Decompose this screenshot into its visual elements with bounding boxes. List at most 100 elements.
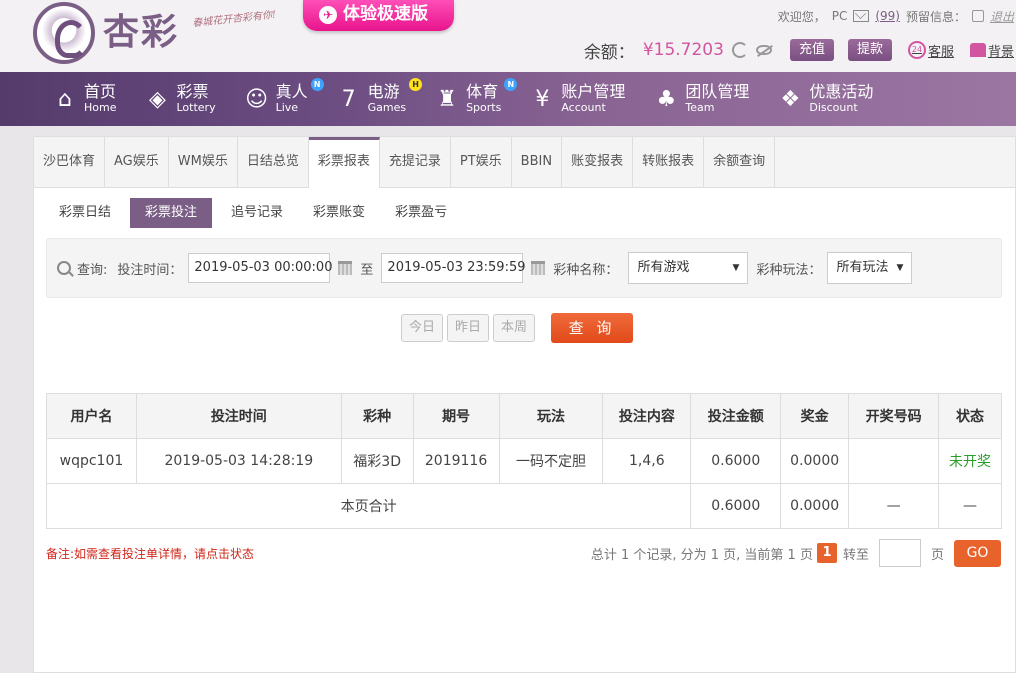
background-link[interactable]: 背景	[969, 41, 1014, 60]
nav-lottery[interactable]: ◈ 彩票 Lottery	[144, 72, 216, 126]
nav-label-cn: 真人	[275, 82, 308, 101]
start-time-input[interactable]: 2019-05-03 00:00:00	[188, 253, 332, 283]
goto-label: 转至	[842, 547, 869, 563]
nav-discount[interactable]: ❖ 优惠活动 Discount	[777, 72, 874, 126]
user-bar: 欢迎您， PC (99) 预留信息： 退出	[778, 6, 1016, 26]
yesterday-button[interactable]: 昨日	[447, 314, 490, 342]
query-buttons: 今日 昨日 本周 查 询	[401, 313, 634, 343]
report-tabs: 沙巴体育 AG娱乐 WM娱乐 日结总览 彩票报表 充提记录 PT娱乐 BBIN 账变报表 转账报表…	[34, 137, 1015, 188]
subtab-3[interactable]: 彩票账变	[302, 198, 376, 228]
submit-query-button[interactable]: 查 询	[551, 313, 634, 343]
withdraw-button[interactable]: 提款	[847, 39, 892, 61]
refresh-icon[interactable]	[731, 42, 748, 58]
deposit-button[interactable]: 充值	[789, 39, 834, 61]
query-label: 查询:	[77, 262, 108, 278]
table-cell: 0.0000	[780, 438, 850, 484]
calendar-icon[interactable]	[531, 261, 546, 275]
nav-team[interactable]: ♣ 团队管理 Team	[653, 72, 749, 126]
dropdown-arrow-icon: ▼	[896, 263, 904, 273]
tab-6[interactable]: PT娱乐	[451, 137, 512, 187]
play-type-label: 彩种玩法：	[756, 262, 822, 278]
column-header: 开奖号码	[848, 393, 940, 439]
speed-version-label: 体验极速版	[343, 4, 428, 24]
nav-label-cn: 体育	[466, 82, 499, 101]
balance-label: 余额：	[583, 42, 635, 63]
shirt-icon	[969, 43, 986, 57]
hide-balance-icon[interactable]	[755, 45, 772, 55]
logout-link[interactable]: 退出	[990, 8, 1014, 25]
nav-label-en: Lottery	[176, 101, 216, 114]
summary-bonus: 0.0000	[780, 483, 850, 529]
tab-4[interactable]: 彩票报表	[308, 137, 380, 188]
table-header-row: 用户名 投注时间 彩种 期号 玩法 投注内容 投注金额 奖金 开奖号码 状态	[46, 393, 1002, 439]
go-button[interactable]: GO	[954, 539, 1001, 567]
nav-games[interactable]: 7 电游 Games H	[336, 72, 423, 126]
tab-5[interactable]: 充提记录	[380, 137, 451, 187]
nav-home[interactable]: ⌂ 首页 Home	[52, 72, 116, 126]
tab-9[interactable]: 转账报表	[633, 137, 705, 187]
logo-emblem-icon	[33, 2, 95, 64]
column-header: 玩法	[498, 393, 604, 439]
speed-version-button[interactable]: ✈ 体验极速版	[303, 0, 454, 31]
tab-10[interactable]: 余额查询	[704, 137, 776, 187]
slogan: 春城花开杏彩有你!	[191, 9, 277, 30]
table-row: wqpc101 2019-05-03 14:28:19 福彩3D 2019116 一码不…	[46, 438, 1002, 484]
game-name-label: 彩种名称：	[553, 262, 619, 278]
nav-label: 账户管理 Account	[561, 83, 625, 115]
table-cell: 1,4,6	[602, 438, 692, 484]
tab-0[interactable]: 沙巴体育	[34, 137, 106, 187]
subtab-0[interactable]: 彩票日结	[48, 198, 122, 228]
page-input[interactable]	[878, 539, 921, 567]
nav-label: 电游 Games	[368, 83, 406, 115]
game-select[interactable]: 所有游戏 ▼	[628, 252, 749, 284]
dropdown-arrow-icon: ▼	[732, 263, 740, 273]
this-week-button[interactable]: 本周	[493, 314, 536, 342]
message-count[interactable]: (99)	[875, 9, 900, 23]
pagination: 总计 1 个记录, 分为 1 页, 当前第 1 页 1 转至 页 GO	[591, 539, 1001, 567]
nav-label-en: Games	[367, 101, 407, 114]
nav-label: 首页 Home	[84, 83, 116, 115]
table-cell: 2019116	[412, 438, 500, 484]
tab-3[interactable]: 日结总览	[238, 137, 309, 187]
nav-label-cn: 首页	[84, 82, 117, 101]
column-header: 状态	[938, 393, 1002, 439]
team-icon: ♣	[656, 86, 677, 112]
bet-time-label: 投注时间：	[117, 262, 183, 278]
nav-label-cn: 电游	[367, 82, 400, 101]
nav-label: 真人 Live	[276, 83, 308, 115]
search-icon	[57, 261, 71, 275]
current-page[interactable]: 1	[816, 543, 837, 563]
logo[interactable]: 杏彩	[33, 2, 183, 64]
status-link[interactable]: 未开奖	[938, 438, 1002, 484]
subtab-2[interactable]: 追号记录	[220, 198, 294, 228]
nav-badge: H	[409, 78, 423, 91]
notice-label: 预留信息：	[905, 9, 966, 24]
tab-1[interactable]: AG娱乐	[105, 137, 169, 187]
nav-live[interactable]: ☺ 真人 Live N	[244, 72, 324, 126]
tab-8[interactable]: 账变报表	[562, 137, 634, 187]
end-time-input[interactable]: 2019-05-03 23:59:59	[381, 253, 526, 283]
edit-icon[interactable]	[971, 10, 984, 22]
subtab-1[interactable]: 彩票投注	[130, 198, 213, 228]
column-header: 奖金	[780, 393, 850, 439]
nav-sports[interactable]: ♜ 体育 Sports N	[434, 72, 518, 126]
tab-7[interactable]: BBIN	[512, 137, 563, 187]
nav-label-cn: 团队管理	[685, 82, 750, 101]
summary-draw: —	[848, 483, 940, 529]
nav-account[interactable]: ¥ 账户管理 Account	[529, 72, 625, 126]
tab-2[interactable]: WM娱乐	[169, 137, 238, 187]
today-button[interactable]: 今日	[401, 314, 444, 342]
calendar-icon[interactable]	[338, 261, 353, 275]
column-header: 投注金额	[690, 393, 782, 439]
note-text: 备注:如需查看投注单详情，请点击状态	[46, 547, 255, 561]
nav-label-en: Home	[84, 101, 117, 114]
subtab-4[interactable]: 彩票盈亏	[384, 198, 458, 228]
customer-service-link[interactable]: 24 客服	[907, 41, 954, 60]
mail-icon[interactable]	[853, 10, 870, 22]
home-icon: ⌂	[58, 86, 72, 112]
main-nav: ⌂ 首页 Home ◈ 彩票 Lottery ☺ 真人 Live N 7 电游 Games H ♜ 体育 Spo…	[0, 72, 1016, 126]
play-select[interactable]: 所有玩法 ▼	[827, 252, 913, 284]
account-yen-icon: ¥	[535, 86, 550, 112]
column-header: 彩种	[340, 393, 414, 439]
header: 杏彩 春城花开杏彩有你! ✈ 体验极速版 欢迎您， PC (99) 预留信息： …	[0, 0, 1016, 72]
